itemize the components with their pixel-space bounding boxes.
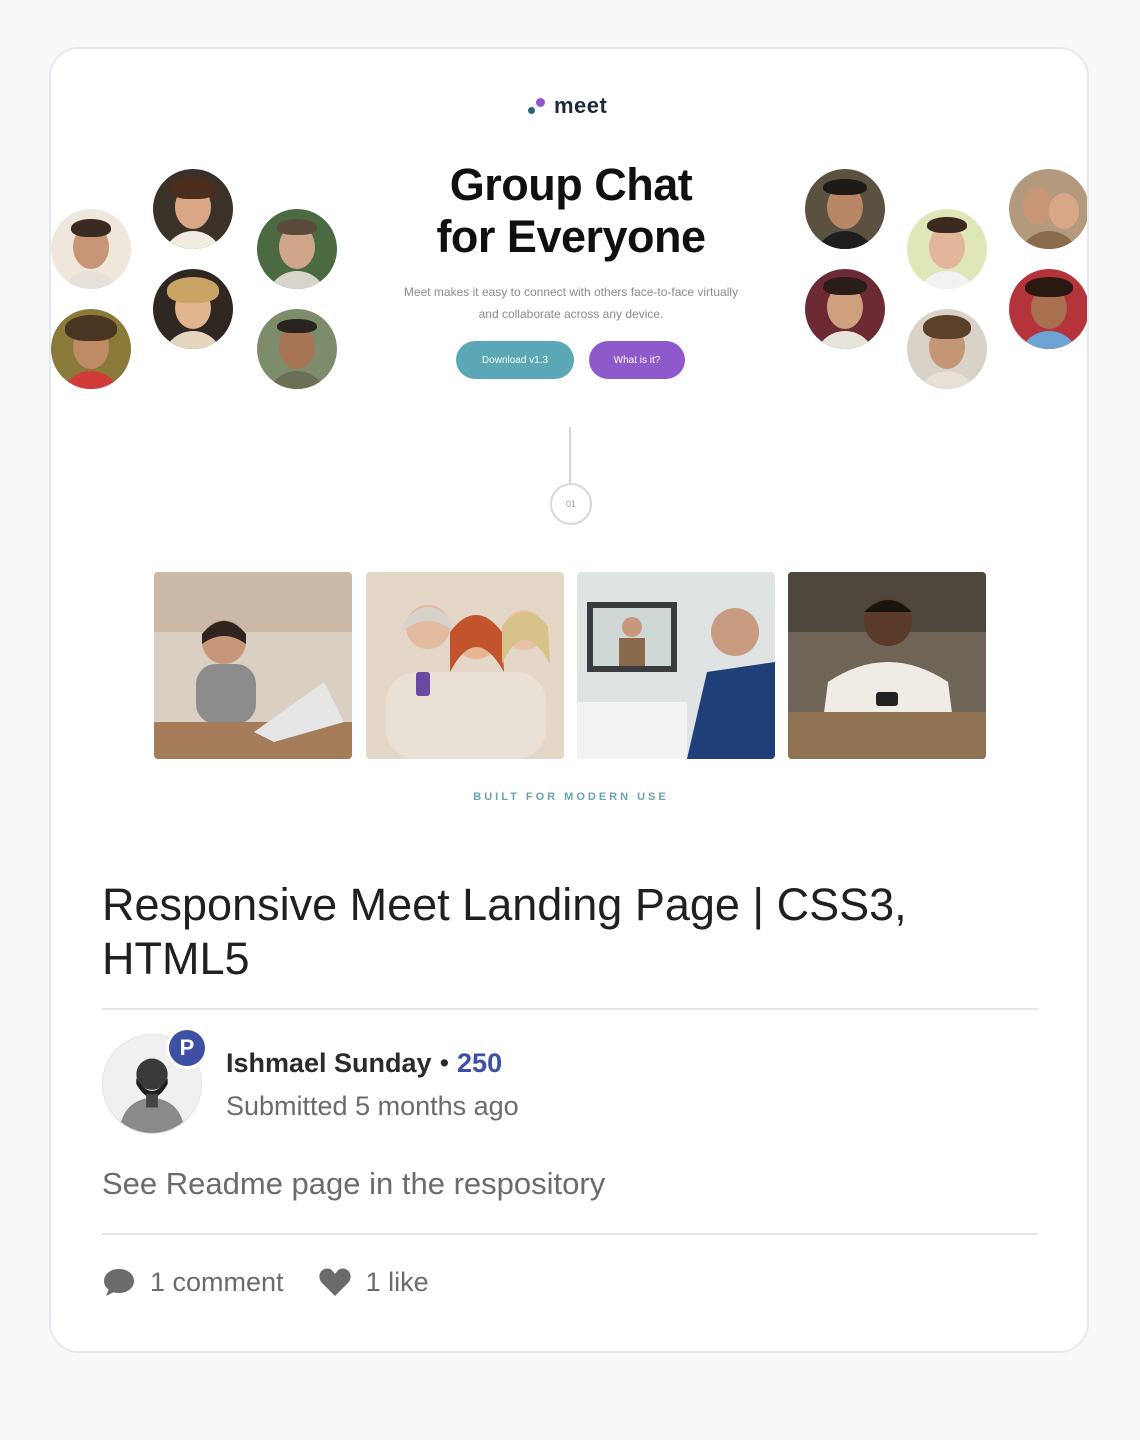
avatar-photo xyxy=(907,309,987,389)
avatar-photo xyxy=(805,169,885,249)
section-label: BUILT FOR MODERN USE xyxy=(473,791,669,803)
avatar-photo xyxy=(51,309,131,389)
heart-icon xyxy=(318,1268,351,1296)
likes-stat[interactable]: 1 like xyxy=(318,1267,429,1298)
avatar-photo xyxy=(51,209,131,289)
likes-count: 1 like xyxy=(365,1266,429,1297)
avatar-photo xyxy=(257,209,337,289)
download-button: Download v1.3 xyxy=(456,341,574,379)
preview-photo xyxy=(577,572,775,759)
solution-description: See Readme page in the respository xyxy=(102,1166,606,1201)
hero-title-line-1: Group Chat xyxy=(449,159,693,210)
submitted-time: Submitted 5 months ago xyxy=(226,1091,519,1121)
hero-title-line-2: for Everyone xyxy=(436,211,706,262)
author-name[interactable]: Ishmael Sunday xyxy=(226,1048,432,1078)
meet-logo-mark xyxy=(526,96,546,116)
preview-photo xyxy=(788,572,986,759)
solution-stats: 1 comment 1 like xyxy=(102,1262,463,1302)
avatar-photo xyxy=(1009,269,1087,349)
avatar-photo xyxy=(907,209,987,289)
avatar-photo xyxy=(257,309,337,389)
meet-logo-text: meet xyxy=(554,93,608,118)
preview-photo xyxy=(154,572,352,759)
author-rank-badge: P xyxy=(166,1027,208,1069)
divider xyxy=(102,1233,1038,1235)
solution-title[interactable]: Responsive Meet Landing Page | CSS3, HTM… xyxy=(102,878,982,986)
what-is-it-button: What is it? xyxy=(589,341,685,379)
step-number-circle: 01 xyxy=(550,483,592,525)
avatar-photo xyxy=(153,269,233,349)
meet-logo: meet xyxy=(526,91,607,121)
author-separator: • xyxy=(439,1048,450,1078)
solution-preview-image[interactable]: meet Group Chat for Everyone Meet makes … xyxy=(51,49,1087,879)
hero-description: Meet makes it easy to connect with other… xyxy=(403,285,739,321)
step-connector-line xyxy=(569,427,571,487)
comments-stat[interactable]: 1 comment xyxy=(102,1266,284,1298)
avatar-photo xyxy=(1009,169,1087,249)
divider xyxy=(102,1008,1038,1010)
comments-count: 1 comment xyxy=(150,1266,284,1297)
comment-icon xyxy=(104,1269,134,1296)
author-score: 250 xyxy=(457,1048,503,1078)
author-line: Ishmael Sunday • 250 xyxy=(226,1046,502,1080)
avatar-photo xyxy=(153,169,233,249)
hero-title: Group Chat for Everyone xyxy=(371,159,771,263)
solution-card[interactable]: meet Group Chat for Everyone Meet makes … xyxy=(49,47,1089,1353)
avatar-photo xyxy=(805,269,885,349)
preview-photo xyxy=(366,572,564,759)
